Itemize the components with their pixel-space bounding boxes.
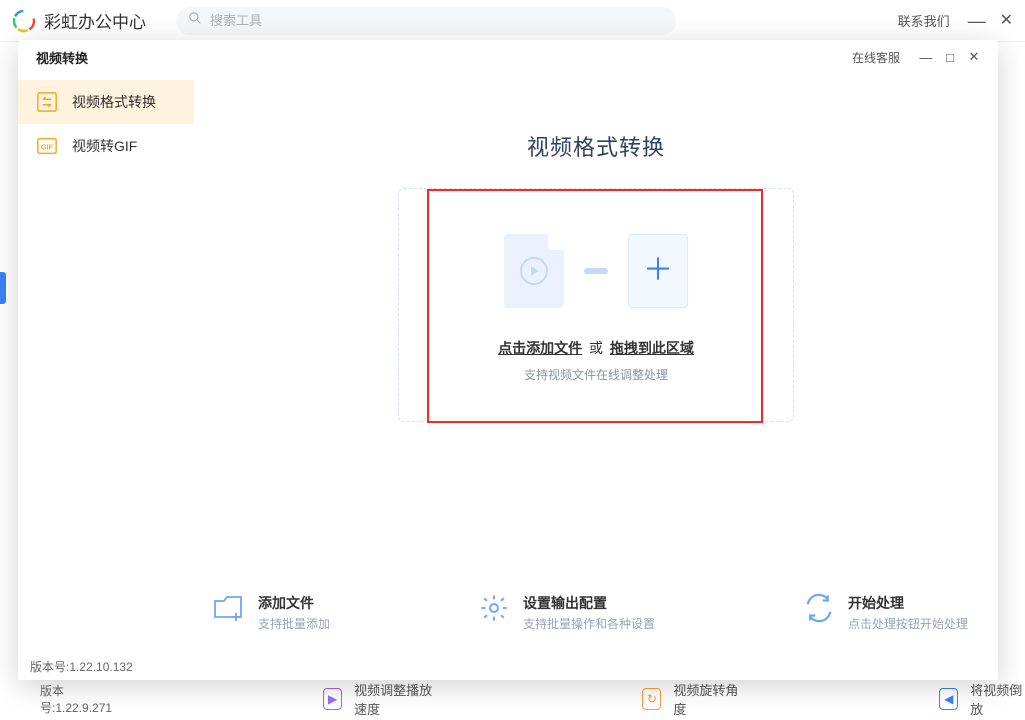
dialog-header: 视频转换 在线客服 — □ ✕ [18, 40, 998, 74]
bg-search-input[interactable] [210, 13, 664, 28]
step-title: 设置输出配置 [523, 593, 655, 613]
bg-feature-label: 将视频倒放 [970, 680, 1025, 718]
bg-app-title: 彩虹办公中心 [44, 8, 146, 33]
video-convert-dialog: 视频转换 在线客服 — □ ✕ 视频格式转换 GIF 视频转GIF 视频格式转换 [18, 40, 998, 680]
drop-zone-container: ＋ 点击添加文件 或 拖拽到此区域 支持视频文件在线调整处理 [398, 188, 794, 422]
dialog-version-label: 版本号:1.22.10.132 [30, 658, 133, 675]
reverse-icon: ◀ [939, 688, 958, 710]
bg-close-button[interactable]: ✕ [1000, 13, 1013, 29]
bg-sidebar-active-marker [0, 272, 6, 304]
bg-contact-link[interactable]: 联系我们 [898, 11, 950, 30]
dialog-maximize-button[interactable]: □ [938, 50, 962, 65]
bg-feature-label: 视频旋转角度 [673, 680, 739, 718]
step-sub: 支持批量添加 [258, 615, 330, 632]
plus-icon: ＋ [643, 256, 673, 286]
dialog-minimize-button[interactable]: — [914, 50, 938, 65]
step-add-file: 添加文件 支持批量添加 [212, 593, 330, 632]
sidebar: 视频格式转换 GIF 视频转GIF [18, 74, 194, 652]
process-icon [802, 593, 836, 623]
convert-icon [36, 91, 58, 113]
step-title: 添加文件 [258, 593, 330, 613]
steps-row: 添加文件 支持批量添加 设置输出配置 支持批量操作和各种设置 [194, 593, 998, 632]
dialog-close-button[interactable]: ✕ [962, 49, 986, 65]
bg-feature-reverse[interactable]: ◀ 将视频倒放 [939, 680, 1025, 718]
folder-add-icon [212, 593, 246, 623]
bg-feature-label: 视频调整播放速度 [354, 680, 442, 718]
drop-zone[interactable]: ＋ 点击添加文件 或 拖拽到此区域 支持视频文件在线调整处理 [399, 189, 793, 421]
sidebar-item-label: 视频格式转换 [72, 92, 156, 112]
rotate-icon: ↻ [642, 688, 661, 710]
drag-text: 拖拽到此区域 [610, 340, 694, 356]
bg-logo: 彩虹办公中心 [12, 8, 146, 33]
bg-minimize-button[interactable]: — [968, 12, 986, 30]
click-add-text: 点击添加文件 [498, 340, 582, 356]
drop-subtext: 支持视频文件在线调整处理 [524, 366, 668, 383]
bg-feature-speed[interactable]: ▶ 视频调整播放速度 [323, 680, 442, 718]
dash-icon [584, 268, 608, 274]
sidebar-item-video-format-convert[interactable]: 视频格式转换 [18, 80, 194, 124]
app-logo-icon [12, 9, 36, 33]
main-heading: 视频格式转换 [527, 130, 665, 162]
dialog-footer: 版本号:1.22.10.132 [18, 652, 998, 680]
svg-text:GIF: GIF [41, 143, 54, 152]
bg-bottom-bar: 版本号:1.22.9.271 ▶ 视频调整播放速度 ↻ 视频旋转角度 ◀ 将视频… [0, 678, 1025, 720]
step-start: 开始处理 点击处理按钮开始处理 [802, 593, 968, 632]
speed-icon: ▶ [323, 688, 342, 710]
drop-instruction: 点击添加文件 或 拖拽到此区域 [498, 338, 694, 358]
bg-header: 彩虹办公中心 联系我们 — ✕ [0, 0, 1025, 42]
step-title: 开始处理 [848, 593, 968, 613]
step-sub: 点击处理按钮开始处理 [848, 615, 968, 632]
bg-feature-rotate[interactable]: ↻ 视频旋转角度 [642, 680, 739, 718]
add-file-box-icon: ＋ [628, 234, 688, 308]
play-icon [520, 257, 548, 285]
sidebar-item-label: 视频转GIF [72, 136, 137, 156]
dialog-title: 视频转换 [36, 48, 88, 67]
online-service-link[interactable]: 在线客服 [852, 49, 900, 66]
main-panel: 视频格式转换 ＋ 点击添加文件 或 拖拽到此区域 支持 [194, 74, 998, 652]
step-configure: 设置输出配置 支持批量操作和各种设置 [477, 593, 655, 632]
bg-search-box[interactable] [176, 7, 676, 35]
search-icon [188, 11, 202, 30]
or-text: 或 [589, 340, 603, 356]
gif-icon: GIF [36, 135, 58, 157]
video-file-icon [504, 234, 564, 308]
step-sub: 支持批量操作和各种设置 [523, 615, 655, 632]
sidebar-item-video-to-gif[interactable]: GIF 视频转GIF [18, 124, 194, 168]
bg-version-label: 版本号:1.22.9.271 [40, 682, 123, 716]
gear-icon [477, 593, 511, 623]
drop-zone-illustration: ＋ [504, 234, 688, 308]
